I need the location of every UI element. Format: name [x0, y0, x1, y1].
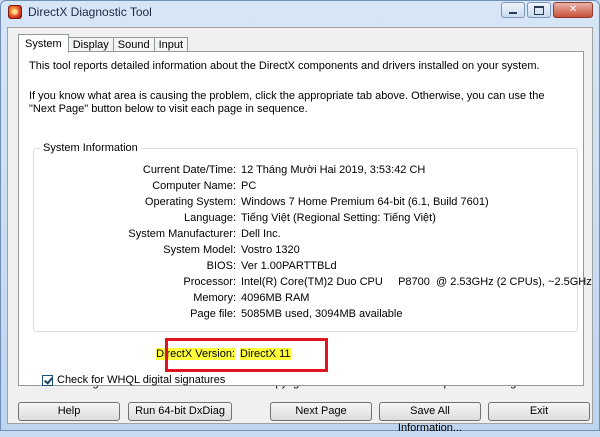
- info-label: Page file:: [190, 308, 236, 320]
- window-title: DirectX Diagnostic Tool: [28, 5, 152, 19]
- info-label: Language:: [184, 212, 236, 224]
- info-row-memory: Memory: 4096MB RAM: [34, 292, 574, 305]
- info-value: Dell Inc.: [241, 228, 281, 240]
- info-label: BIOS:: [206, 260, 236, 272]
- info-value: Vostro 1320: [241, 244, 300, 256]
- save-all-information-button[interactable]: Save All Information...: [379, 402, 481, 434]
- exit-button[interactable]: Exit: [488, 402, 590, 421]
- whql-checkbox[interactable]: [42, 374, 53, 386]
- close-icon: ✕: [568, 4, 578, 15]
- info-row-bios: BIOS: Ver 1.00PARTTBLd: [34, 260, 574, 273]
- title-bar[interactable]: DirectX Diagnostic Tool ✕: [1, 1, 599, 23]
- tab-system[interactable]: System: [18, 34, 69, 53]
- intro-text: This tool reports detailed information a…: [29, 60, 540, 72]
- info-value: Intel(R) Core(TM)2 Duo CPU P8700 @ 2.53G…: [241, 276, 592, 288]
- info-label: Computer Name:: [152, 180, 236, 192]
- maximize-button[interactable]: [527, 2, 551, 18]
- info-value: Ver 1.00PARTTBLd: [241, 260, 337, 272]
- info-row-computer-name: Computer Name: PC: [34, 180, 574, 193]
- info-value: PC: [241, 180, 257, 192]
- info-row-system-manufacturer: System Manufacturer: Dell Inc.: [34, 228, 574, 241]
- info-value: 5085MB used, 3094MB available: [241, 308, 403, 320]
- info-label: Processor:: [183, 276, 236, 288]
- info-label: System Manufacturer:: [128, 228, 236, 240]
- system-information-group: System Information Current Date/Time: 12…: [33, 142, 592, 332]
- info-row-operating-system: Operating System: Windows 7 Home Premium…: [34, 196, 574, 209]
- info-row-processor: Processor: Intel(R) Core(TM)2 Duo CPU P8…: [34, 276, 591, 289]
- whql-checkbox-label: Check for WHQL digital signatures: [57, 374, 226, 386]
- info-row-page-file: Page file: 5085MB used, 3094MB available: [34, 308, 574, 321]
- directx-app-icon: [8, 5, 22, 19]
- info-value: Tiếng Việt (Regional Setting: Tiếng Việt…: [241, 212, 436, 224]
- info-value: 4096MB RAM: [241, 292, 310, 304]
- system-tab-panel: This tool reports detailed information a…: [18, 51, 592, 386]
- maximize-icon: [534, 5, 544, 15]
- intro-instructions: If you know what area is causing the pro…: [29, 90, 545, 115]
- annotation-highlight-box: [165, 338, 328, 372]
- info-row-datetime: Current Date/Time: 12 Tháng Mười Hai 201…: [34, 164, 574, 177]
- window-controls: ✕: [501, 2, 593, 18]
- help-button[interactable]: Help: [18, 402, 120, 421]
- info-row-language: Language: Tiếng Việt (Regional Setting: …: [34, 212, 574, 225]
- info-label: Operating System:: [144, 196, 236, 208]
- next-page-button[interactable]: Next Page: [270, 402, 372, 421]
- close-button[interactable]: ✕: [553, 2, 593, 18]
- info-label: System Model:: [163, 244, 236, 256]
- dialog-client-area: System Display Sound Input This tool rep…: [7, 27, 593, 434]
- info-value: 12 Tháng Mười Hai 2019, 3:53:42 CH: [241, 164, 426, 176]
- info-label: Current Date/Time:: [142, 164, 236, 176]
- run-64bit-dxdiag-button[interactable]: Run 64-bit DxDiag: [128, 402, 232, 421]
- tab-strip: System Display Sound Input: [18, 34, 189, 53]
- minimize-button[interactable]: [501, 2, 525, 18]
- info-value: Windows 7 Home Premium 64-bit (6.1, Buil…: [241, 196, 489, 208]
- whql-checkbox-row[interactable]: Check for WHQL digital signatures: [42, 374, 225, 386]
- button-row: Help Run 64-bit DxDiag Next Page Save Al…: [18, 402, 590, 434]
- dxdiag-window: DirectX Diagnostic Tool ✕ System Display…: [0, 0, 600, 434]
- group-title: System Information: [40, 142, 141, 154]
- minimize-icon: [509, 12, 517, 14]
- info-label: Memory:: [193, 292, 236, 304]
- info-row-system-model: System Model: Vostro 1320: [34, 244, 574, 257]
